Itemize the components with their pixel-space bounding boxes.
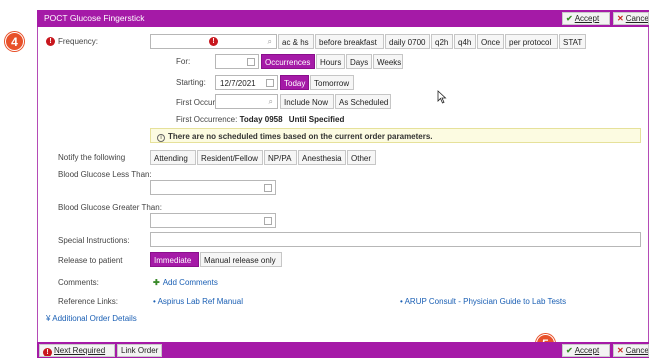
- summary-value: Today 0958: [239, 115, 283, 124]
- today-button[interactable]: Today: [280, 75, 309, 90]
- spinner-icon: [264, 217, 272, 225]
- required-icon: !: [43, 348, 52, 356]
- freq-option-ac-hs[interactable]: ac & hs: [278, 34, 314, 49]
- tomorrow-button[interactable]: Tomorrow: [310, 75, 354, 90]
- reference-link-arup[interactable]: • ARUP Consult - Physician Guide to Lab …: [400, 297, 566, 306]
- unit-weeks[interactable]: Weeks: [373, 54, 403, 69]
- first-occurrence-input[interactable]: ⌕: [215, 94, 278, 109]
- add-comments-link[interactable]: ✚ Add Comments: [153, 278, 218, 287]
- search-icon: ⌕: [267, 37, 272, 46]
- checkmark-icon: ✔: [566, 346, 573, 355]
- include-now-button[interactable]: Include Now: [280, 94, 334, 109]
- release-manual[interactable]: Manual release only: [200, 252, 282, 267]
- required-icon: !: [209, 37, 218, 46]
- freq-option-once[interactable]: Once: [477, 34, 504, 49]
- freq-option-before-breakfast[interactable]: before breakfast: [315, 34, 384, 49]
- aspirus-link-text: Aspirus Lab Ref Manual: [157, 297, 243, 306]
- additional-order-details-link[interactable]: ¥ Additional Order Details: [46, 314, 137, 323]
- double-chevron-down-icon: ¥: [46, 314, 51, 323]
- close-icon: ✕: [617, 346, 624, 355]
- order-footer: ! Next Required Link Order ✔ Accept ✕ Cance…: [37, 342, 649, 358]
- special-instructions-label: Special Instructions:: [58, 236, 130, 245]
- frequency-label: Frequency:: [58, 37, 99, 46]
- spinner-icon: [247, 58, 255, 66]
- cancel-button-bottom[interactable]: ✕ Cancel: [613, 344, 649, 357]
- info-text: There are no scheduled times based on th…: [168, 132, 433, 141]
- unit-hours[interactable]: Hours: [316, 54, 345, 69]
- notify-attending[interactable]: Attending: [150, 150, 196, 165]
- freq-option-per-protocol[interactable]: per protocol: [505, 34, 558, 49]
- for-label: For:: [176, 57, 191, 66]
- plus-icon: ✚: [153, 278, 160, 287]
- search-icon: ⌕: [268, 97, 273, 106]
- order-title: POCT Glucose Fingerstick: [44, 13, 145, 23]
- order-title-bar: POCT Glucose Fingerstick ✔ Accept ✕ Cancel: [37, 10, 649, 27]
- arup-link-text: ARUP Consult - Physician Guide to Lab Te…: [404, 297, 567, 306]
- freq-option-daily-0700[interactable]: daily 0700: [385, 34, 430, 49]
- accept-button-top[interactable]: ✔ Accept: [562, 12, 610, 25]
- start-date-value: 12/7/2021: [220, 79, 256, 88]
- reference-link-aspirus[interactable]: • Aspirus Lab Ref Manual: [153, 297, 243, 306]
- for-input[interactable]: [215, 54, 259, 69]
- frequency-input[interactable]: ! ⌕: [150, 34, 277, 49]
- add-comments-text: Add Comments: [162, 278, 218, 287]
- accept-button-bottom[interactable]: ✔ Accept: [562, 344, 610, 357]
- first-occurrence-summary: First Occurrence: Today 0958 Until Speci…: [176, 115, 344, 124]
- info-icon: i: [157, 134, 165, 142]
- start-date-input[interactable]: 12/7/2021: [215, 75, 278, 90]
- mouse-cursor-icon: [437, 90, 447, 104]
- bg-less-input[interactable]: [150, 180, 276, 195]
- bg-greater-input[interactable]: [150, 213, 276, 228]
- release-immediate[interactable]: Immediate: [150, 252, 199, 267]
- summary-label: First Occurrence:: [176, 115, 238, 124]
- special-instructions-input[interactable]: [150, 232, 641, 247]
- freq-option-q4h[interactable]: q4h: [454, 34, 476, 49]
- as-scheduled-button[interactable]: As Scheduled: [335, 94, 391, 109]
- calendar-icon: [266, 79, 274, 87]
- unit-days[interactable]: Days: [346, 54, 372, 69]
- callout-step-4: 4: [5, 32, 24, 51]
- bg-greater-label: Blood Glucose Greater Than:: [58, 203, 162, 212]
- required-icon: !: [46, 37, 55, 46]
- freq-option-q2h[interactable]: q2h: [431, 34, 453, 49]
- notify-other[interactable]: Other: [347, 150, 376, 165]
- release-label: Release to patient: [58, 256, 123, 265]
- summary-until: Until Specified: [288, 115, 345, 124]
- cancel-button-top[interactable]: ✕ Cancel: [613, 12, 649, 25]
- info-message: i There are no scheduled times based on t…: [150, 128, 641, 143]
- checkmark-icon: ✔: [566, 14, 573, 23]
- notify-anesthesia[interactable]: Anesthesia: [298, 150, 346, 165]
- freq-option-stat[interactable]: STAT: [559, 34, 586, 49]
- comments-label: Comments:: [58, 278, 99, 287]
- starting-label: Starting:: [176, 78, 206, 87]
- bg-less-label: Blood Glucose Less Than:: [58, 170, 152, 179]
- notify-np-pa[interactable]: NP/PA: [264, 150, 297, 165]
- next-required-button[interactable]: ! Next Required: [39, 344, 115, 357]
- additional-details-text: Additional Order Details: [52, 314, 137, 323]
- close-icon: ✕: [617, 14, 624, 23]
- notify-label: Notify the following: [58, 153, 126, 162]
- notify-resident-fellow[interactable]: Resident/Fellow: [197, 150, 263, 165]
- link-order-button[interactable]: Link Order: [117, 344, 162, 357]
- reference-links-label: Reference Links:: [58, 297, 119, 306]
- spinner-icon: [264, 184, 272, 192]
- unit-occurrences[interactable]: Occurrences: [261, 54, 315, 69]
